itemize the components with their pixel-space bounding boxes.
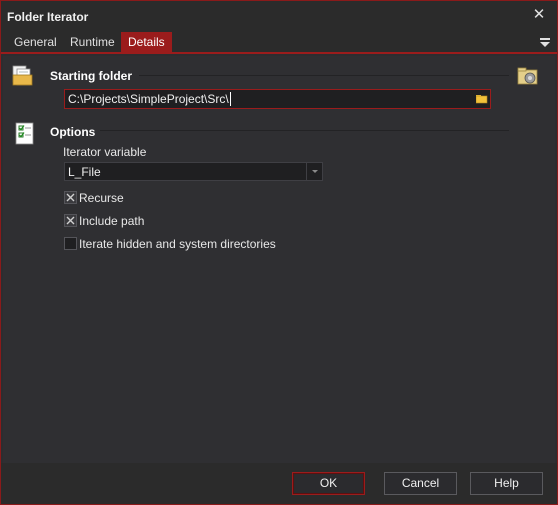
recurse-checkbox[interactable] bbox=[64, 191, 77, 204]
browse-folder-button[interactable] bbox=[474, 89, 491, 109]
include-path-label[interactable]: Include path bbox=[79, 214, 144, 228]
check-mark-icon bbox=[66, 216, 75, 225]
chevron-down-icon[interactable] bbox=[306, 163, 322, 180]
folder-gear-icon[interactable] bbox=[516, 64, 540, 88]
starting-folder-input[interactable]: C:\Projects\SimpleProject\Src\ bbox=[64, 89, 475, 109]
iterator-variable-label: Iterator variable bbox=[63, 145, 147, 159]
recurse-label[interactable]: Recurse bbox=[79, 191, 124, 205]
folder-iterator-dialog: Folder Iterator ✕ General Runtime Detail… bbox=[0, 0, 558, 505]
tab-general[interactable]: General bbox=[7, 32, 64, 54]
tab-bar: General Runtime Details bbox=[1, 32, 557, 54]
folder-open-icon bbox=[476, 95, 488, 104]
dialog-title: Folder Iterator bbox=[7, 10, 89, 24]
starting-folder-value: C:\Projects\SimpleProject\Src\ bbox=[68, 92, 229, 106]
iterator-variable-value: L_File bbox=[68, 165, 101, 179]
close-icon[interactable]: ✕ bbox=[531, 7, 547, 23]
iterate-hidden-label[interactable]: Iterate hidden and system directories bbox=[79, 237, 276, 251]
folder-documents-icon bbox=[12, 65, 33, 86]
tab-runtime[interactable]: Runtime bbox=[63, 32, 122, 54]
title-bar[interactable]: Folder Iterator ✕ bbox=[1, 1, 557, 32]
ok-button[interactable]: OK bbox=[292, 472, 365, 495]
cancel-button[interactable]: Cancel bbox=[384, 472, 457, 495]
checklist-icon bbox=[15, 122, 34, 145]
section-divider bbox=[139, 75, 509, 76]
dialog-footer: OK Cancel Help bbox=[1, 463, 557, 504]
details-panel bbox=[3, 56, 555, 463]
check-mark-icon bbox=[66, 193, 75, 202]
iterate-hidden-checkbox[interactable] bbox=[64, 237, 77, 250]
section-divider bbox=[100, 130, 509, 131]
help-button[interactable]: Help bbox=[470, 472, 543, 495]
include-path-checkbox[interactable] bbox=[64, 214, 77, 227]
tab-menu-icon[interactable] bbox=[539, 36, 551, 48]
starting-folder-heading: Starting folder bbox=[50, 69, 133, 83]
iterator-variable-select[interactable]: L_File bbox=[64, 162, 323, 181]
tab-details[interactable]: Details bbox=[121, 32, 172, 54]
options-heading: Options bbox=[50, 125, 96, 139]
